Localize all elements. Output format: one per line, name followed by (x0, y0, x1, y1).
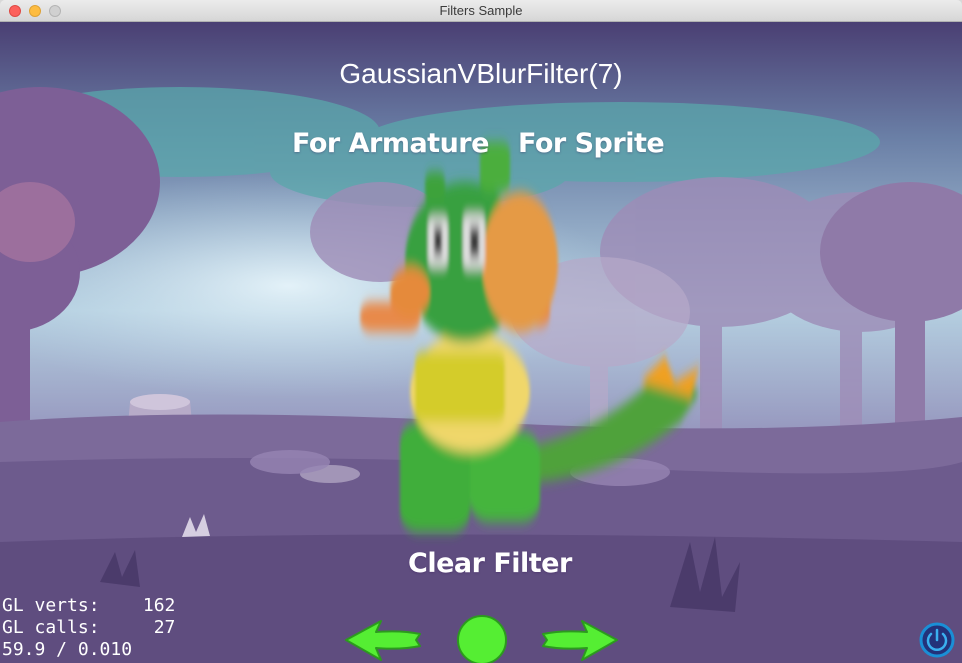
power-icon[interactable] (919, 622, 955, 658)
left-arrow-icon[interactable] (343, 618, 423, 663)
window-title: Filters Sample (439, 3, 523, 18)
right-arrow-icon[interactable] (540, 618, 620, 663)
gl-verts-stat: GL verts: 162 (2, 595, 176, 616)
gl-calls-stat: GL calls: 27 (2, 617, 176, 638)
filter-title: GaussianVBlurFilter(7) (339, 58, 623, 89)
game-scene: GaussianVBlurFilter(7) For Armature For … (0, 22, 962, 663)
for-armature-button[interactable]: For Armature (292, 128, 489, 159)
gl-stats: GL verts: 162 GL calls: 27 59.9 / 0.010 (2, 595, 175, 661)
title-bar: Filters Sample (0, 0, 962, 22)
fps-stat: 59.9 / 0.010 (2, 639, 133, 660)
for-sprite-button[interactable]: For Sprite (518, 128, 665, 159)
clear-filter-button[interactable]: Clear Filter (408, 548, 572, 579)
app-window: Filters Sample GaussianVBlurFilter(7) Fo… (0, 0, 962, 663)
circle-restart-icon[interactable] (456, 614, 508, 663)
